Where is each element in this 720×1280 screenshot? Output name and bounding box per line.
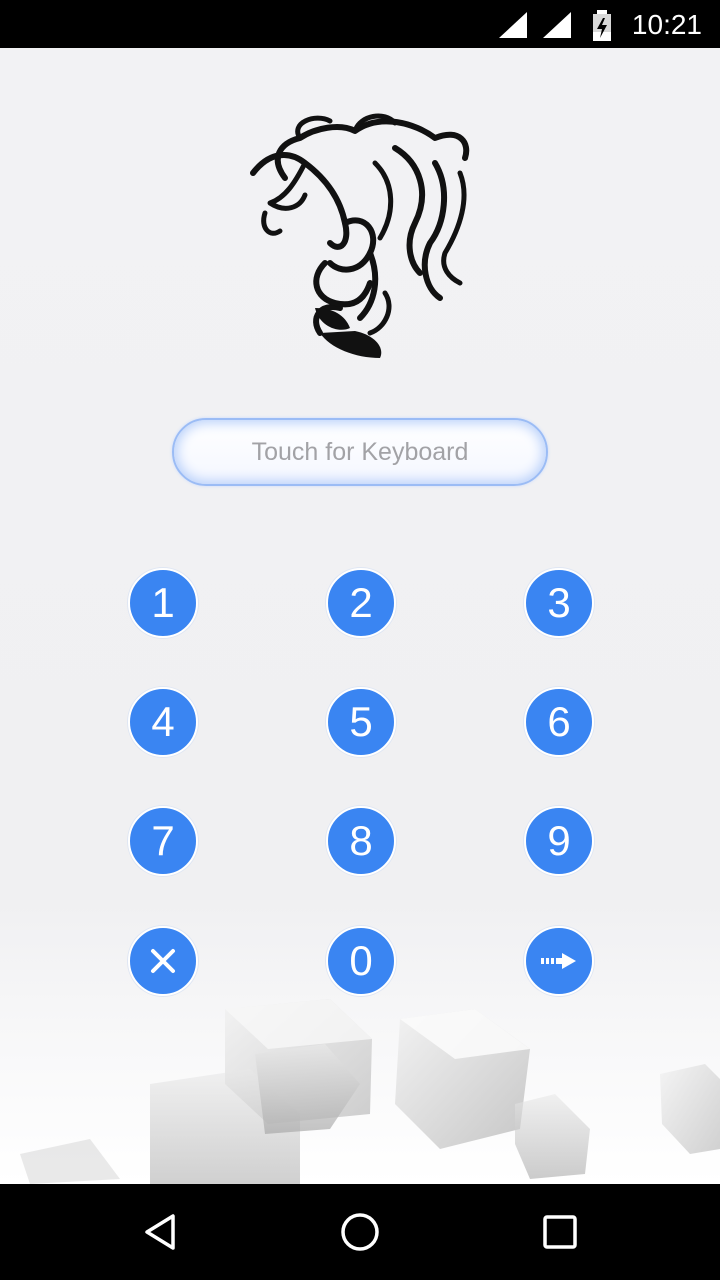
key-2[interactable]: 2 xyxy=(326,568,396,638)
key-9[interactable]: 9 xyxy=(524,806,594,876)
enter-button[interactable] xyxy=(524,926,594,996)
lock-screen: Touch for Keyboard 1 2 3 4 5 6 7 8 9 0 xyxy=(0,48,720,1184)
key-8[interactable]: 8 xyxy=(326,806,396,876)
horse-logo xyxy=(250,113,470,358)
key-5[interactable]: 5 xyxy=(326,687,396,757)
clear-button[interactable] xyxy=(128,926,198,996)
keyboard-input[interactable]: Touch for Keyboard xyxy=(172,418,548,486)
wifi-signal-icon xyxy=(543,12,571,38)
key-6[interactable]: 6 xyxy=(524,687,594,757)
keyboard-input-placeholder: Touch for Keyboard xyxy=(251,437,469,466)
close-icon xyxy=(151,949,175,973)
home-button[interactable] xyxy=(312,1184,408,1280)
status-bar: 10:21 xyxy=(0,0,720,48)
navigation-bar xyxy=(0,1184,720,1280)
key-7[interactable]: 7 xyxy=(128,806,198,876)
key-3[interactable]: 3 xyxy=(524,568,594,638)
recents-square-icon xyxy=(543,1215,577,1249)
back-button[interactable] xyxy=(113,1184,209,1280)
status-time: 10:21 xyxy=(631,9,702,40)
back-triangle-icon xyxy=(145,1214,175,1250)
key-0[interactable]: 0 xyxy=(326,926,396,996)
battery-charging-icon xyxy=(593,10,611,41)
key-4[interactable]: 4 xyxy=(128,687,198,757)
arrow-right-icon xyxy=(541,953,576,969)
key-1[interactable]: 1 xyxy=(128,568,198,638)
signal-icon xyxy=(499,12,527,38)
cubes-background xyxy=(20,999,720,1184)
recents-button[interactable] xyxy=(512,1184,608,1280)
home-circle-icon xyxy=(341,1213,379,1251)
